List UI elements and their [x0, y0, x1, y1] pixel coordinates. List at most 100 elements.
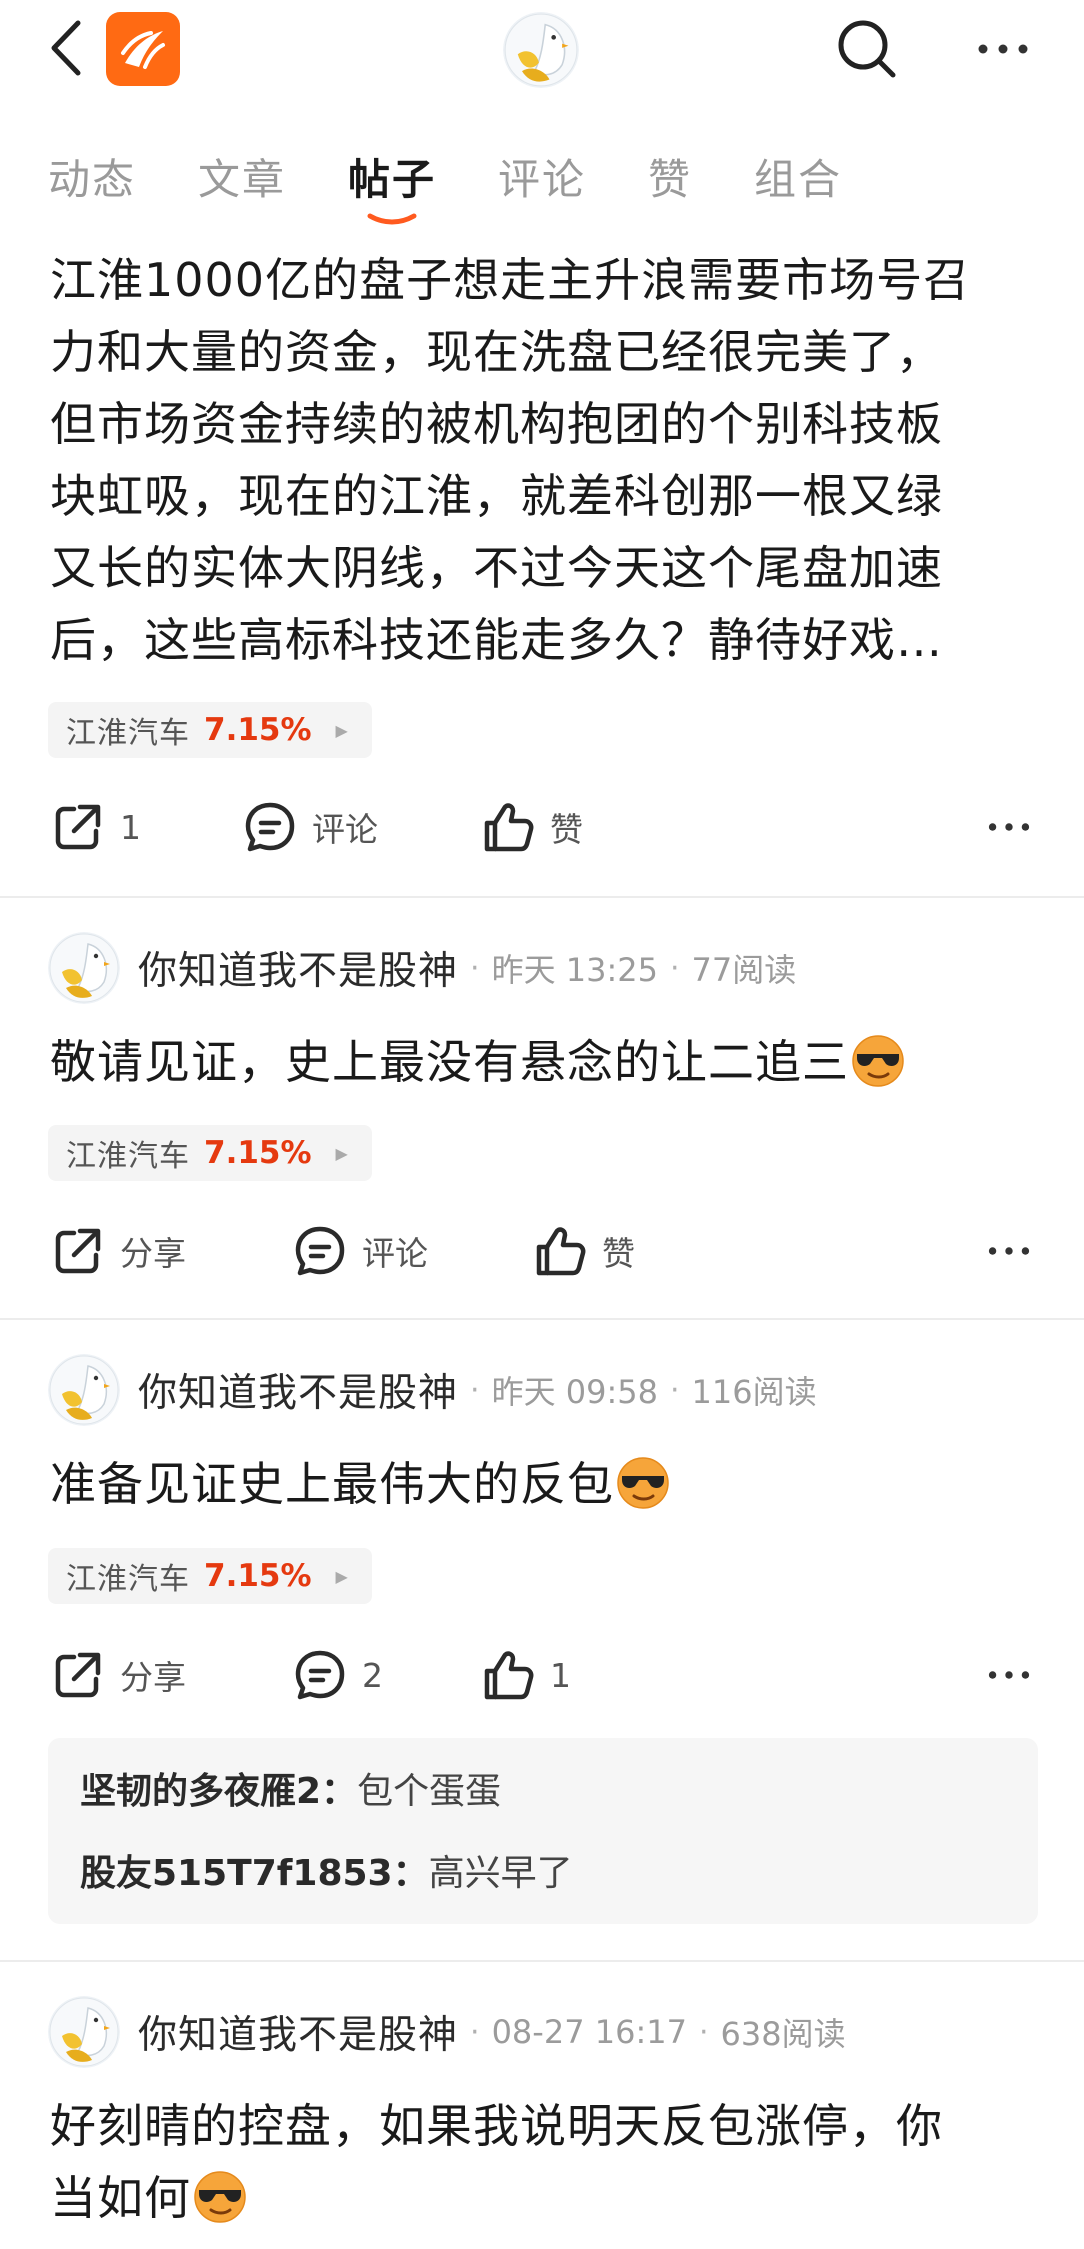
author-name[interactable]: 你知道我不是股神: [138, 940, 458, 996]
like-button[interactable]: 赞: [480, 792, 583, 862]
active-tab-indicator: [367, 213, 417, 225]
comment-icon: [292, 1647, 348, 1703]
meta-separator: ·: [470, 950, 480, 986]
post-more-button[interactable]: [974, 792, 1044, 862]
more-dots-icon: [975, 39, 1031, 59]
read-count: 77阅读: [691, 951, 797, 989]
comment-button[interactable]: 评论: [292, 1216, 428, 1286]
divider: [0, 1318, 1084, 1320]
sunglasses-emoji-icon: [193, 2170, 247, 2224]
tab-articles[interactable]: 文章: [198, 146, 286, 207]
thumbs-up-icon: [480, 1647, 536, 1703]
post-line: 但市场资金持续的被机构抱团的个别科技板: [50, 397, 943, 451]
post-meta: 你知道我不是股神 · 昨天 13:25 · 77阅读: [48, 930, 1048, 1006]
meta-separator: ·: [470, 2014, 480, 2050]
tab-likes[interactable]: 赞: [648, 146, 692, 207]
divider: [0, 1960, 1084, 1962]
comment-icon: [242, 799, 298, 855]
comment-author[interactable]: 股友515T7f1853：: [80, 1853, 429, 1894]
stock-name: 江淮汽车: [66, 1562, 190, 1597]
share-button[interactable]: 分享: [50, 1640, 186, 1710]
post-time: 昨天 09:58: [491, 1373, 658, 1411]
play-arrow-icon: ▶: [335, 1143, 348, 1163]
post-body[interactable]: 准备见证史上最伟大的反包: [50, 1448, 670, 1520]
profile-tabs: 动态 文章 帖子 评论 赞 组合: [0, 140, 1084, 230]
share-count: 1: [120, 807, 141, 847]
post-time: 昨天 13:25: [491, 951, 658, 989]
comment-item: 坚韧的多夜雁2：包个蛋蛋: [80, 1762, 501, 1814]
comment-count: 2: [362, 1655, 383, 1695]
comment-button[interactable]: 评论: [242, 792, 378, 862]
top-bar: [0, 0, 1084, 100]
stock-change: 7.15%: [204, 712, 312, 748]
search-button[interactable]: [832, 14, 902, 84]
author-name[interactable]: 你知道我不是股神: [138, 1362, 458, 1418]
comment-icon: [292, 1223, 348, 1279]
post-line: 块虹吸，现在的江淮，就差科创那一根又绿: [50, 469, 943, 523]
tab-portfolios[interactable]: 组合: [754, 146, 842, 207]
play-arrow-icon: ▶: [335, 720, 348, 740]
post-more-button[interactable]: [974, 1216, 1044, 1286]
stock-change: 7.15%: [204, 1558, 312, 1594]
back-button[interactable]: [40, 18, 90, 78]
more-dots-icon: [986, 1666, 1032, 1684]
more-dots-icon: [986, 1242, 1032, 1260]
share-icon: [50, 799, 106, 855]
profile-avatar[interactable]: [503, 12, 579, 88]
author-avatar[interactable]: [48, 1996, 120, 2068]
meta-separator: ·: [698, 2014, 709, 2050]
tab-dynamics[interactable]: 动态: [48, 146, 136, 207]
meta-separator: ·: [669, 950, 680, 986]
read-count: 116阅读: [691, 1373, 817, 1411]
thumbs-up-icon: [480, 799, 536, 855]
comment-label: 评论: [362, 1234, 428, 1273]
author-name[interactable]: 你知道我不是股神: [138, 2004, 458, 2060]
stock-tag[interactable]: 江淮汽车 7.15% ▶: [48, 702, 372, 758]
comment-text: 高兴早了: [428, 1853, 573, 1894]
comment-button[interactable]: 2: [292, 1640, 383, 1710]
post-actions: 1 评论 赞: [0, 792, 1084, 862]
stock-tag[interactable]: 江淮汽车 7.15% ▶: [48, 1548, 372, 1604]
more-options-button[interactable]: [968, 14, 1038, 84]
post-line: 当如何: [50, 2171, 191, 2225]
tab-posts[interactable]: 帖子: [348, 146, 436, 207]
post-more-button[interactable]: [974, 1640, 1044, 1710]
share-label: 分享: [120, 1658, 186, 1697]
meta-separator: ·: [470, 1372, 480, 1408]
post-body[interactable]: 江淮1000亿的盘子想走主升浪需要市场号召 力和大量的资金，现在洗盘已经很完美了…: [50, 244, 970, 676]
divider: [0, 896, 1084, 898]
search-icon: [838, 20, 896, 78]
comment-label: 评论: [312, 810, 378, 849]
stock-tag[interactable]: 江淮汽车 7.15% ▶: [48, 1125, 372, 1181]
share-icon: [50, 1647, 106, 1703]
post-meta: 你知道我不是股神 · 昨天 09:58 · 116阅读: [48, 1352, 1048, 1428]
avatar-icon: [48, 1354, 120, 1426]
author-avatar[interactable]: [48, 932, 120, 1004]
sunglasses-emoji-icon: [616, 1456, 670, 1510]
app-logo[interactable]: [106, 12, 180, 86]
comment-item: 股友515T7f1853：高兴早了: [80, 1844, 573, 1896]
app-logo-icon: [121, 31, 165, 69]
author-avatar[interactable]: [48, 1354, 120, 1426]
stock-change: 7.15%: [204, 1135, 312, 1171]
post-meta: 你知道我不是股神 · 08-27 16:17 · 638阅读: [48, 1994, 1048, 2070]
comment-text: 包个蛋蛋: [357, 1771, 502, 1812]
share-label: 分享: [120, 1234, 186, 1273]
post-time: 08-27 16:17: [491, 2013, 687, 2051]
share-button[interactable]: 分享: [50, 1216, 186, 1286]
like-label: 赞: [550, 810, 583, 849]
comment-author[interactable]: 坚韧的多夜雁2：: [80, 1771, 357, 1812]
like-button[interactable]: 赞: [532, 1216, 635, 1286]
like-button[interactable]: 1: [480, 1640, 571, 1710]
read-count: 638阅读: [720, 2015, 846, 2053]
sunglasses-emoji-icon: [851, 1034, 905, 1088]
post-body[interactable]: 敬请见证，史上最没有悬念的让二追三: [50, 1026, 905, 1098]
post-body[interactable]: 好刻晴的控盘，如果我说明天反包涨停，你 当如何: [50, 2090, 943, 2234]
post-line: 好刻晴的控盘，如果我说明天反包涨停，你: [50, 2099, 943, 2153]
share-button[interactable]: 1: [50, 792, 141, 862]
avatar-icon: [48, 932, 120, 1004]
post-line: 敬请见证，史上最没有悬念的让二追三: [50, 1035, 849, 1089]
post-line: 又长的实体大阴线，不过今天这个尾盘加速: [50, 541, 943, 595]
tab-comments[interactable]: 评论: [498, 146, 586, 207]
comment-preview-box[interactable]: 坚韧的多夜雁2：包个蛋蛋 股友515T7f1853：高兴早了: [48, 1738, 1038, 1924]
